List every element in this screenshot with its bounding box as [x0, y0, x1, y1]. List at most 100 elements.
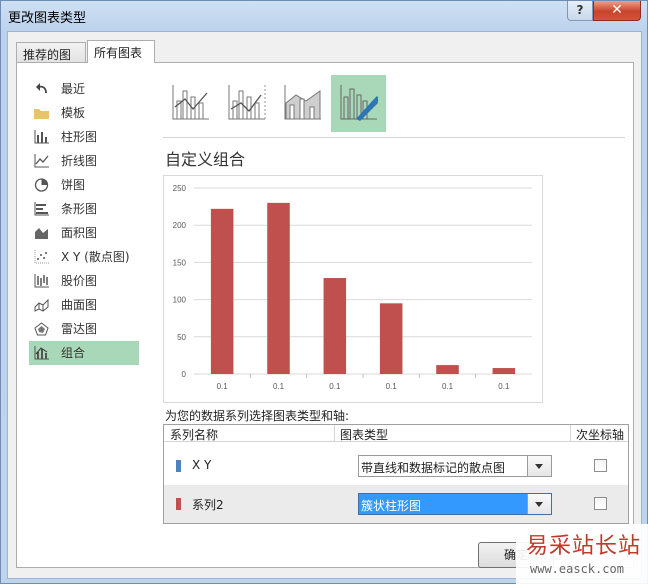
x-tick-label: 0.1 — [329, 382, 341, 391]
change-chart-type-dialog: 更改图表类型 ? ✕ 推荐的图表 所有图表 最近 模板 柱形图 — [0, 0, 648, 584]
series-name: 系列2 — [192, 498, 224, 512]
tab-all-charts[interactable]: 所有图表 — [87, 40, 155, 63]
sidebar-item-column[interactable]: 柱形图 — [29, 125, 139, 149]
x-tick-label: 0.1 — [273, 382, 285, 391]
all-charts-panel: 最近 模板 柱形图 折线图 饼图 条形图 面积图 X Y (散点图) 股价图 曲… — [16, 62, 634, 568]
pie-chart-icon — [34, 178, 49, 192]
series-table-header: 系列名称 图表类型 次坐标轴 — [164, 425, 628, 442]
sidebar-item-line[interactable]: 折线图 — [29, 149, 139, 173]
secondary-axis-checkbox-series2[interactable] — [594, 497, 607, 510]
y-tick-label: 150 — [173, 258, 187, 267]
combo-heading: 自定义组合 — [165, 150, 246, 169]
chart-type-content: 自定义组合 0 50 100 150 200 250 0.1 0.1 0.1 0.1 0.1 0.1 … — [155, 63, 629, 567]
watermark-text: 易采站长站 — [526, 534, 642, 559]
sidebar-item-templates[interactable]: 模板 — [29, 101, 139, 125]
x-tick-label: 0.1 — [386, 382, 398, 391]
folder-icon — [34, 109, 49, 119]
custom-combination-icon — [340, 85, 378, 121]
header-divider — [570, 425, 571, 442]
combo-subtype-custom[interactable] — [331, 75, 386, 132]
dialog-body: 推荐的图表 所有图表 最近 模板 柱形图 折线图 — [7, 31, 642, 579]
sidebar-item-stock[interactable]: 股价图 — [29, 269, 139, 293]
clustered-column-line-icon — [172, 85, 209, 120]
bar-chart-icon — [34, 202, 49, 216]
x-tick-label: 0.1 — [217, 382, 229, 391]
sidebar-item-label: 折线图 — [61, 154, 98, 168]
sidebar-item-label: 饼图 — [61, 178, 86, 192]
column-chart-icon — [34, 130, 49, 144]
undo-icon — [36, 83, 47, 94]
sidebar-item-bar[interactable]: 条形图 — [29, 197, 139, 221]
y-tick-label: 50 — [177, 333, 186, 342]
sidebar-item-label: 模板 — [61, 106, 86, 120]
sidebar-item-scatter[interactable]: X Y (散点图) — [29, 245, 139, 269]
sidebar-item-label: X Y (散点图) — [61, 250, 130, 264]
bar — [492, 368, 516, 374]
chart-type-dropdown-series2[interactable]: 簇状柱形图 — [358, 493, 552, 515]
sidebar-item-combo[interactable]: 组合 — [29, 341, 139, 365]
sidebar-item-recent[interactable]: 最近 — [29, 77, 139, 101]
chart-type-dropdown-xy[interactable]: 带直线和数据标记的散点图 — [358, 455, 552, 477]
combo-subtype-clustered-column-line-secondary[interactable] — [219, 75, 274, 132]
close-button[interactable]: ✕ — [593, 1, 641, 21]
sidebar-item-radar[interactable]: 雷达图 — [29, 317, 139, 341]
area-chart-icon — [35, 228, 48, 239]
y-tick-label: 100 — [173, 296, 187, 305]
x-tick-label: 0.1 — [442, 382, 454, 391]
chart-preview-svg: 0 50 100 150 200 250 0.1 0.1 0.1 0.1 0.1 0.1 — [173, 184, 532, 391]
radar-chart-icon — [34, 322, 49, 336]
chart-preview: 0 50 100 150 200 250 0.1 0.1 0.1 0.1 0.1 0.1 — [163, 175, 543, 403]
chart-category-list: 最近 模板 柱形图 折线图 饼图 条形图 面积图 X Y (散点图) 股价图 曲… — [29, 77, 139, 365]
watermark-url: www.easck.com — [530, 562, 624, 576]
stock-chart-icon — [34, 274, 49, 288]
bar — [379, 303, 403, 374]
x-tick-label: 0.1 — [498, 382, 510, 391]
sidebar-item-label: 柱形图 — [61, 130, 98, 144]
sidebar-item-label: 面积图 — [61, 226, 98, 240]
sidebar-item-pie[interactable]: 饼图 — [29, 173, 139, 197]
series-choice-label: 为您的数据系列选择图表类型和轴: — [165, 409, 350, 423]
gallery-separator — [163, 137, 625, 138]
y-tick-label: 0 — [182, 370, 187, 379]
sidebar-item-label: 雷达图 — [61, 322, 98, 336]
combo-subtype-stacked-area-column[interactable] — [275, 75, 330, 132]
bar — [210, 208, 234, 374]
bar — [267, 202, 290, 374]
watermark: 易采站长站 www.easck.com — [516, 524, 648, 584]
series-table: 系列名称 图表类型 次坐标轴 X Y 带直线和数据标记的散点图 系列2 簇状柱形… — [163, 424, 629, 524]
sidebar-item-label: 最近 — [61, 82, 86, 96]
series-color-swatch — [176, 498, 181, 510]
sidebar-item-label: 条形图 — [61, 202, 98, 216]
header-divider — [334, 425, 335, 442]
series-row-series2: 系列2 簇状柱形图 — [164, 485, 628, 523]
dropdown-arrow-icon[interactable] — [527, 494, 551, 514]
sidebar-item-label: 曲面图 — [61, 298, 98, 312]
header-chart-type: 图表类型 — [340, 428, 389, 442]
tab-recommended-charts[interactable]: 推荐的图表 — [16, 42, 86, 79]
sidebar-item-label: 股价图 — [61, 274, 98, 288]
stacked-area-clustered-column-icon — [284, 85, 321, 120]
series-color-swatch — [176, 460, 181, 472]
title-bar[interactable]: 更改图表类型 ? ✕ — [1, 1, 648, 31]
chart-type-value: 簇状柱形图 — [361, 499, 422, 513]
help-button[interactable]: ? — [567, 1, 593, 21]
series-name: X Y — [192, 458, 212, 472]
surface-chart-icon — [34, 298, 49, 312]
scatter-chart-icon — [34, 250, 49, 264]
header-secondary-axis: 次坐标轴 — [576, 428, 625, 442]
line-chart-icon — [34, 154, 49, 168]
y-tick-label: 200 — [173, 221, 187, 230]
clustered-column-line-secondary-axis-icon — [228, 85, 266, 120]
sidebar-item-label: 组合 — [61, 346, 86, 360]
sidebar-item-area[interactable]: 面积图 — [29, 221, 139, 245]
sidebar-item-surface[interactable]: 曲面图 — [29, 293, 139, 317]
header-series-name: 系列名称 — [170, 428, 219, 442]
secondary-axis-checkbox-xy[interactable] — [594, 459, 607, 472]
combo-chart-icon — [34, 346, 49, 360]
series-row-xy: X Y 带直线和数据标记的散点图 — [164, 447, 628, 485]
chart-type-value: 带直线和数据标记的散点图 — [361, 461, 506, 475]
combo-subtype-clustered-column-line[interactable] — [163, 75, 218, 132]
bar — [323, 278, 347, 374]
bar — [436, 365, 459, 374]
dropdown-arrow-icon[interactable] — [527, 456, 551, 476]
